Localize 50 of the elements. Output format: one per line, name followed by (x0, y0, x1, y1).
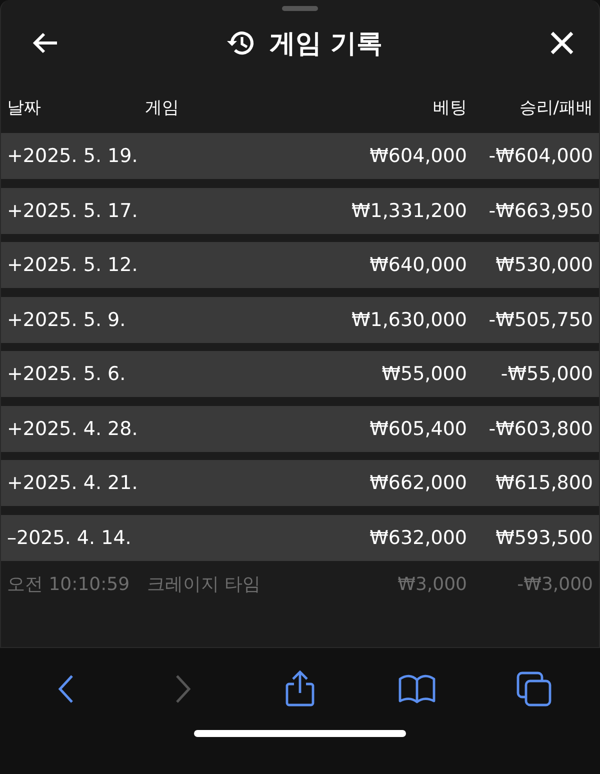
game-name: 크레이지 타임 (147, 573, 262, 596)
row-date: –2025. 4. 14. (7, 526, 132, 548)
tabs-icon (516, 671, 552, 707)
game-time: 오전 10:10:59 (7, 573, 131, 596)
row-date: +2025. 5. 17. (7, 200, 139, 222)
date-row[interactable]: +2025. 5. 6. ₩55,000 -₩55,000 (1, 351, 599, 397)
bet-amount: ₩605,400 (368, 418, 467, 440)
share-icon (284, 670, 316, 708)
result-amount: -₩604,000 (488, 145, 593, 167)
grabber-handle[interactable] (282, 6, 318, 11)
row-date: +2025. 5. 6. (7, 363, 127, 385)
bet-amount: ₩604,000 (368, 145, 467, 167)
bet-amount: ₩1,630,000 (350, 308, 467, 330)
column-header: 베팅 (432, 96, 467, 118)
chevron-right-icon (174, 674, 192, 704)
bet-amount: ₩662,000 (368, 472, 467, 494)
row-date: +2025. 5. 19. (7, 145, 139, 167)
window-title: 게임 기록 (269, 28, 383, 60)
column-header: 게임 (145, 96, 180, 118)
chevron-left-icon (57, 674, 76, 704)
date-row[interactable]: +2025. 5. 17. ₩1,331,200 -₩663,950 (1, 188, 599, 234)
book-icon (398, 673, 436, 705)
close-icon[interactable] (549, 30, 575, 56)
result-amount: ₩593,500 (494, 526, 593, 548)
row-date: +2025. 4. 28. (7, 418, 139, 440)
date-row[interactable]: –2025. 4. 14. ₩632,000 ₩593,500 (1, 514, 599, 560)
result-amount: -₩663,950 (488, 200, 593, 222)
history-icon (225, 29, 256, 57)
result-amount: ₩530,000 (494, 254, 593, 276)
back-arrow-icon[interactable] (31, 31, 59, 55)
date-row[interactable]: +2025. 5. 9. ₩1,630,000 -₩505,750 (1, 296, 599, 342)
column-header: 승리/패배 (518, 96, 593, 118)
result-amount: -₩603,800 (488, 418, 593, 440)
result-amount: -₩3,000 (516, 574, 593, 594)
bet-amount: ₩632,000 (368, 526, 467, 548)
result-amount: -₩55,000 (500, 363, 593, 385)
row-date: +2025. 5. 9. (7, 308, 127, 330)
row-date: +2025. 4. 21. (7, 472, 139, 494)
bet-amount: ₩640,000 (368, 254, 467, 276)
date-row[interactable]: +2025. 5. 12. ₩640,000 ₩530,000 (1, 242, 599, 288)
result-amount: ₩615,800 (494, 472, 593, 494)
bet-amount: ₩1,331,200 (350, 200, 467, 222)
row-date: +2025. 5. 12. (7, 254, 139, 276)
column-header: 날짜 (7, 96, 42, 118)
bet-amount: ₩55,000 (380, 363, 467, 385)
date-row[interactable]: +2025. 5. 19. ₩604,000 -₩604,000 (1, 133, 599, 179)
result-amount: -₩505,750 (488, 308, 593, 330)
date-row[interactable]: +2025. 4. 28. ₩605,400 -₩603,800 (1, 406, 599, 452)
date-row[interactable]: +2025. 4. 21. ₩662,000 ₩615,800 (1, 460, 599, 506)
bet-amount: ₩3,000 (396, 574, 467, 594)
